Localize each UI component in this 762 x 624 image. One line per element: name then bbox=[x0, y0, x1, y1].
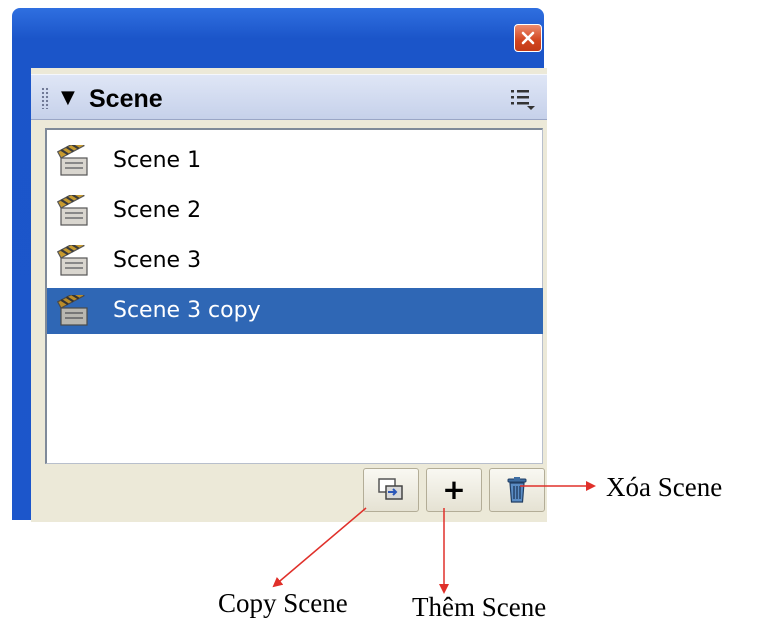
add-scene-callout: Thêm Scene bbox=[412, 592, 547, 622]
copy-scene-callout: Copy Scene bbox=[218, 588, 348, 618]
annotation-arrows bbox=[272, 481, 596, 594]
delete-scene-callout: Xóa Scene bbox=[606, 472, 723, 502]
copy-arrow bbox=[272, 507, 367, 588]
